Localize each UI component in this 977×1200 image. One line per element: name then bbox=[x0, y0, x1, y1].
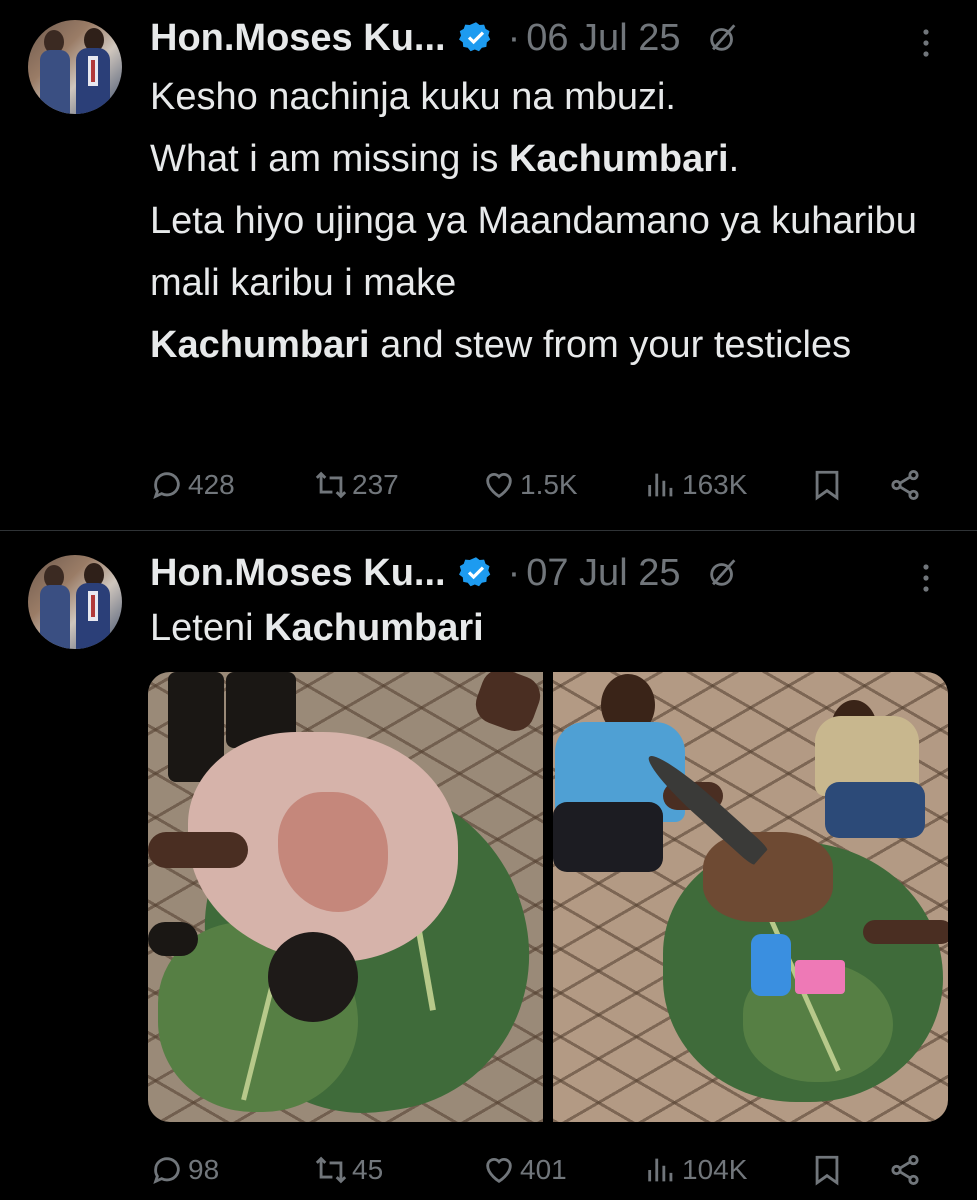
tweet-media-grid[interactable] bbox=[148, 672, 948, 1122]
views-count: 163K bbox=[682, 469, 748, 500]
tweet-text: Leteni Kachumbari bbox=[150, 597, 950, 659]
author-name[interactable]: Hon.Moses Ku... bbox=[150, 552, 446, 595]
reply-count: 98 bbox=[188, 1154, 220, 1185]
tweet-2[interactable]: Hon.Moses Ku... · 07 Jul 25 Leteni Kachu… bbox=[0, 531, 977, 1200]
header-separator: · bbox=[507, 551, 521, 594]
tweet-text: Kesho nachinja kuku na mbuzi. What i am … bbox=[150, 66, 950, 376]
tweet-header: Hon.Moses Ku... · 06 Jul 25 bbox=[150, 8, 950, 68]
reply-button[interactable]: 98 bbox=[150, 1148, 219, 1192]
like-button[interactable]: 401 bbox=[482, 1148, 567, 1192]
author-avatar[interactable] bbox=[28, 20, 122, 114]
views-button[interactable]: 104K bbox=[644, 1148, 747, 1192]
like-icon bbox=[486, 473, 512, 499]
tweet-actions: 98 45 401 104K bbox=[150, 1148, 930, 1192]
tweet-1[interactable]: Hon.Moses Ku... · 06 Jul 25 Kesho nachin… bbox=[0, 0, 977, 531]
reply-icon bbox=[153, 472, 180, 499]
views-count: 104K bbox=[682, 1154, 748, 1185]
repost-count: 45 bbox=[352, 1154, 384, 1185]
author-avatar[interactable] bbox=[28, 555, 122, 649]
media-photo-goat-carcass[interactable] bbox=[148, 672, 543, 1122]
like-icon bbox=[486, 1158, 512, 1184]
repost-icon bbox=[315, 1156, 347, 1184]
grok-icon[interactable] bbox=[706, 556, 740, 590]
text-segment: and stew from your testicles bbox=[369, 324, 852, 366]
views-button[interactable]: 163K bbox=[644, 463, 747, 507]
bookmark-button[interactable] bbox=[810, 463, 844, 507]
header-separator: · bbox=[507, 16, 521, 59]
views-icon bbox=[648, 1158, 673, 1182]
tweet-header: Hon.Moses Ku... · 07 Jul 25 bbox=[150, 543, 950, 603]
like-count: 401 bbox=[520, 1154, 567, 1185]
share-button[interactable] bbox=[888, 1148, 922, 1192]
text-segment-bold: Kachumbari bbox=[508, 138, 729, 180]
share-icon bbox=[891, 469, 919, 501]
repost-button[interactable]: 45 bbox=[314, 1148, 383, 1192]
repost-icon bbox=[315, 471, 347, 499]
verified-badge-icon bbox=[458, 20, 494, 56]
text-segment: Leteni bbox=[150, 607, 265, 649]
author-name[interactable]: Hon.Moses Ku... bbox=[150, 17, 446, 60]
text-segment-bold: Kachumbari bbox=[264, 607, 484, 649]
reply-count: 428 bbox=[188, 469, 235, 500]
views-icon bbox=[648, 473, 673, 497]
bookmark-icon bbox=[815, 1155, 839, 1186]
grok-icon[interactable] bbox=[706, 21, 740, 55]
more-options-icon[interactable] bbox=[920, 561, 932, 595]
like-button[interactable]: 1.5K bbox=[482, 463, 578, 507]
more-options-icon[interactable] bbox=[920, 26, 932, 60]
bookmark-icon bbox=[815, 470, 839, 501]
tweet-date[interactable]: 06 Jul 25 bbox=[526, 17, 680, 60]
text-segment-bold: Kachumbari bbox=[150, 324, 370, 366]
tweet-date[interactable]: 07 Jul 25 bbox=[526, 552, 680, 595]
like-count: 1.5K bbox=[520, 469, 578, 500]
bookmark-button[interactable] bbox=[810, 1148, 844, 1192]
verified-badge-icon bbox=[458, 555, 494, 591]
share-icon bbox=[891, 1154, 919, 1186]
repost-count: 237 bbox=[352, 469, 399, 500]
repost-button[interactable]: 237 bbox=[314, 463, 399, 507]
reply-icon bbox=[153, 1157, 180, 1184]
media-photo-butchering[interactable] bbox=[553, 672, 948, 1122]
share-button[interactable] bbox=[888, 463, 922, 507]
tweet-actions: 428 237 1.5K 163K bbox=[150, 463, 930, 507]
reply-button[interactable]: 428 bbox=[150, 463, 235, 507]
